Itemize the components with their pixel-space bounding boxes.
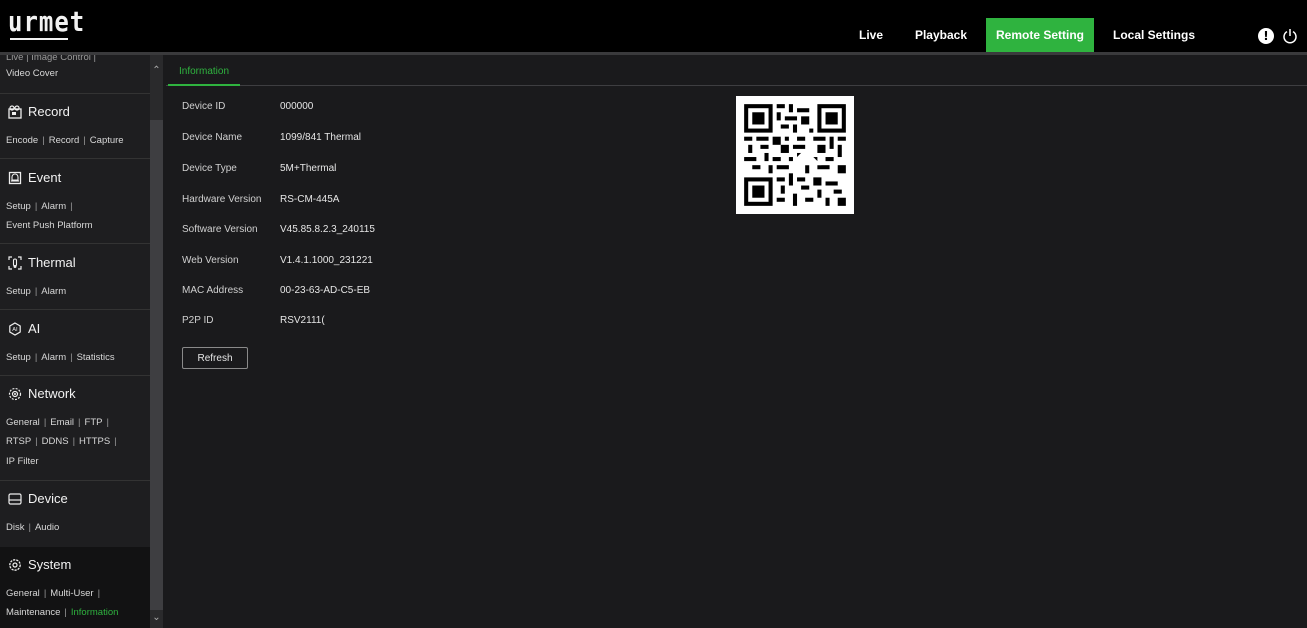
link-ai-setup[interactable]: Setup — [6, 352, 31, 363]
link-information[interactable]: Information — [71, 607, 119, 618]
sidebar-links-ai: Setup | Alarm | Statistics — [6, 352, 115, 363]
svg-text:AI: AI — [12, 327, 18, 333]
network-icon — [8, 387, 22, 400]
refresh-button[interactable]: Refresh — [182, 347, 248, 369]
nav-playback[interactable]: Playback — [906, 18, 976, 52]
link-https[interactable]: HTTPS — [79, 436, 110, 447]
link-event-setup[interactable]: Setup — [6, 201, 31, 212]
sidebar-links-network-2: RTSP | DDNS | HTTPS | — [6, 436, 117, 447]
sidebar-section-event[interactable]: Event — [8, 170, 61, 185]
record-icon — [8, 104, 22, 119]
tab-active-indicator — [168, 84, 240, 86]
sidebar-links-system: General | Multi-User | — [6, 588, 101, 599]
label-p2p-id: P2P ID — [182, 315, 214, 326]
sidebar-scroll-thumb[interactable] — [150, 120, 163, 610]
link-rtsp[interactable]: RTSP — [6, 436, 31, 447]
link-system-general[interactable]: General — [6, 588, 40, 599]
link-thermal-alarm[interactable]: Alarm — [41, 286, 66, 297]
sidebar-section-network[interactable]: Network — [8, 386, 76, 401]
link-multi-user[interactable]: Multi-User — [50, 588, 93, 599]
top-divider — [0, 52, 1307, 55]
link-ddns[interactable]: DDNS — [42, 436, 69, 447]
label-web-version: Web Version — [182, 255, 239, 266]
label-software-version: Software Version — [182, 224, 258, 235]
ai-icon: AI — [9, 321, 21, 336]
link-event-alarm[interactable]: Alarm — [41, 201, 66, 212]
value-device-type: 5M+Thermal — [280, 163, 337, 174]
link-capture[interactable]: Capture — [90, 135, 124, 146]
link-disk[interactable]: Disk — [6, 522, 24, 533]
link-encode[interactable]: Encode — [6, 135, 38, 146]
event-icon — [8, 171, 22, 184]
link-ftp[interactable]: FTP — [85, 417, 103, 428]
sidebar: Live | Image Control | Video Cover Recor… — [0, 55, 150, 628]
link-audio[interactable]: Audio — [35, 522, 59, 533]
sidebar-section-record[interactable]: Record — [8, 104, 70, 119]
system-icon — [9, 558, 21, 571]
sidebar-links-network: General | Email | FTP | — [6, 417, 109, 428]
power-icon[interactable] — [1282, 28, 1298, 44]
sidebar-section-device[interactable]: Device — [8, 491, 68, 506]
value-device-id: 000000 — [280, 101, 314, 112]
sidebar-links-thermal: Setup | Alarm — [6, 286, 67, 297]
tab-divider — [166, 85, 1307, 86]
device-icon — [8, 492, 22, 505]
tab-information[interactable]: Information — [166, 58, 242, 86]
logo-underline — [10, 38, 68, 40]
label-device-id: Device ID — [182, 101, 226, 112]
alert-icon[interactable]: ! — [1258, 28, 1274, 44]
link-ai-alarm[interactable]: Alarm — [41, 352, 66, 363]
label-mac-address: MAC Address — [182, 285, 244, 296]
divider — [0, 93, 150, 94]
label-device-name: Device Name — [182, 132, 243, 143]
urmet-logo: urmet — [8, 5, 86, 39]
nav-live[interactable]: Live — [846, 18, 896, 52]
scroll-up-icon[interactable]: ⌃ — [150, 65, 163, 76]
sidebar-section-ai[interactable]: AI AI — [8, 321, 40, 336]
link-event-push-platform[interactable]: Event Push Platform — [6, 220, 93, 231]
value-device-name: 1099/841 Thermal — [280, 132, 361, 143]
sidebar-section-thermal[interactable]: Thermal — [8, 255, 76, 270]
value-software-version: V45.85.8.2.3_240115 — [280, 224, 375, 235]
link-maintenance[interactable]: Maintenance — [6, 607, 60, 618]
value-mac-address: 00-23-63-AD-C5-EB — [280, 285, 371, 296]
link-ai-statistics[interactable]: Statistics — [77, 352, 115, 363]
sidebar-links-system-2: Maintenance | Information — [6, 607, 119, 618]
scroll-down-icon[interactable]: ⌄ — [150, 612, 163, 623]
thermal-icon — [8, 255, 22, 270]
qr-code-icon — [736, 96, 854, 214]
nav-local-settings[interactable]: Local Settings — [1106, 18, 1202, 52]
value-p2p-id: RSV2111( — [280, 315, 325, 326]
link-record[interactable]: Record — [49, 135, 80, 146]
sidebar-links-network-3: IP Filter — [6, 456, 39, 467]
link-thermal-setup[interactable]: Setup — [6, 286, 31, 297]
sidebar-section-system[interactable]: System — [8, 557, 71, 572]
sidebar-partial-line: Live | Image Control | — [6, 55, 96, 63]
link-network-general[interactable]: General — [6, 417, 40, 428]
link-email[interactable]: Email — [50, 417, 74, 428]
value-web-version: V1.4.1.1000_231221 — [280, 255, 373, 266]
sidebar-links-event: Setup | Alarm | — [6, 201, 73, 212]
sidebar-links-device: Disk | Audio — [6, 522, 60, 533]
value-hardware-version: RS-CM-445A — [280, 194, 340, 205]
nav-remote-setting[interactable]: Remote Setting — [986, 18, 1094, 52]
label-device-type: Device Type — [182, 163, 237, 174]
sidebar-links-event-2: Event Push Platform — [6, 220, 93, 231]
top-bar: urmet Live Playback Remote Setting Local… — [0, 0, 1307, 52]
sidebar-item-video-cover[interactable]: Video Cover — [6, 68, 58, 79]
sidebar-links-record: Encode | Record | Capture — [6, 135, 124, 146]
label-hardware-version: Hardware Version — [182, 194, 262, 205]
link-ip-filter[interactable]: IP Filter — [6, 456, 39, 467]
